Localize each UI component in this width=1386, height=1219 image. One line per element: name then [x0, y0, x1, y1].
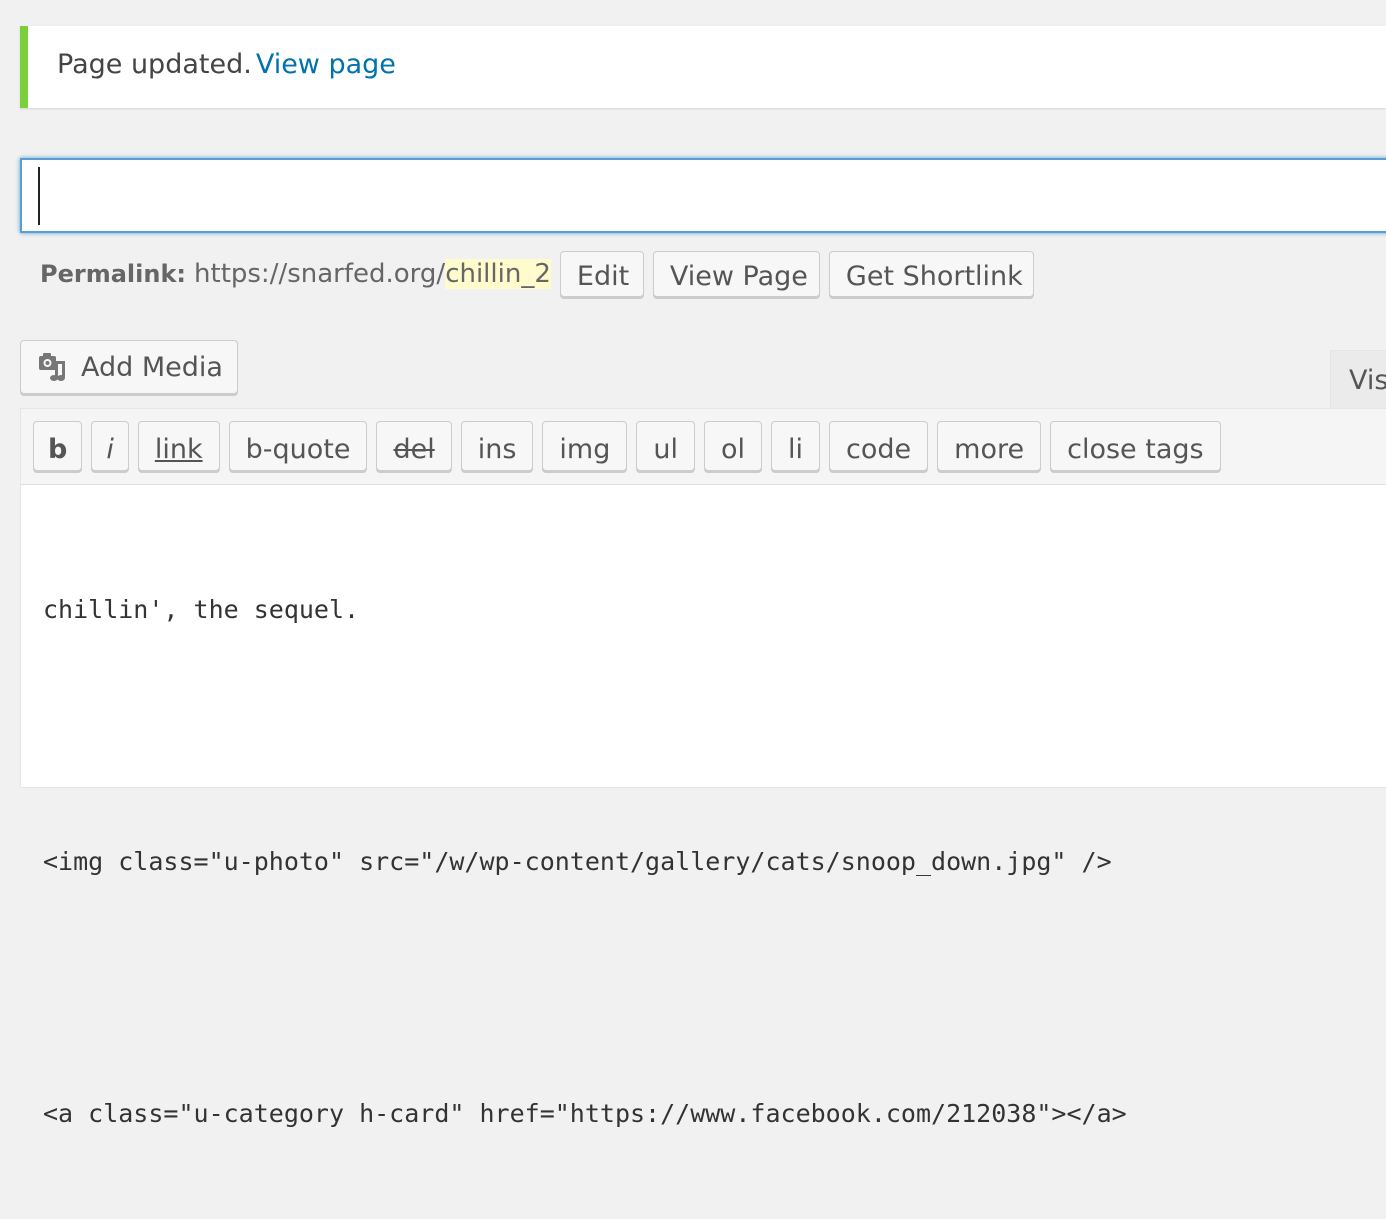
- permalink-slug[interactable]: chillin_2: [445, 259, 551, 289]
- content-line: [43, 967, 1127, 1009]
- qt-more-button[interactable]: more: [937, 421, 1042, 471]
- qt-link-button[interactable]: link: [137, 421, 220, 471]
- edit-permalink-button[interactable]: Edit: [559, 251, 644, 297]
- qt-ol-button[interactable]: ol: [704, 421, 763, 471]
- qt-ul-button[interactable]: ul: [636, 421, 695, 471]
- permalink-row: Permalink: https://snarfed.org/chillin_2…: [40, 250, 1034, 298]
- qt-bold-button[interactable]: b: [33, 421, 83, 471]
- qt-img-button[interactable]: img: [542, 421, 628, 471]
- notice-text: Page updated. View page: [57, 49, 396, 80]
- add-media-button[interactable]: Add Media: [20, 340, 238, 394]
- view-page-button[interactable]: View Page: [652, 251, 820, 297]
- update-notice: Page updated. View page: [20, 26, 1386, 108]
- content-line: <a class="u-category h-card" href="https…: [43, 1099, 1127, 1128]
- permalink-label: Permalink:: [40, 260, 187, 288]
- qt-italic-button[interactable]: i: [91, 421, 129, 471]
- text-caret: [38, 167, 40, 225]
- get-shortlink-button[interactable]: Get Shortlink: [828, 251, 1034, 297]
- content-line: [43, 715, 1127, 757]
- content-line: <img class="u-photo" src="/w/wp-content/…: [43, 847, 1112, 876]
- qt-close-tags-button[interactable]: close tags: [1050, 421, 1221, 471]
- add-media-label: Add Media: [81, 351, 223, 383]
- qt-blockquote-button[interactable]: b-quote: [228, 421, 368, 471]
- content-line: chillin', the sequel.: [43, 595, 360, 624]
- qt-code-button[interactable]: code: [829, 421, 929, 471]
- post-title-input[interactable]: [20, 158, 1386, 233]
- qt-del-button[interactable]: del: [376, 421, 452, 471]
- quicktags-toolbar: b i link b-quote del ins img ul ol li co…: [21, 409, 1386, 485]
- media-camera-music-icon: [37, 351, 69, 383]
- qt-ins-button[interactable]: ins: [460, 421, 534, 471]
- tab-visual[interactable]: Vis: [1330, 350, 1386, 410]
- notice-message: Page updated.: [57, 49, 252, 80]
- qt-li-button[interactable]: li: [771, 421, 821, 471]
- content-textarea[interactable]: chillin', the sequel. <img class="u-phot…: [43, 505, 1127, 1219]
- permalink-base-url[interactable]: https://snarfed.org/: [194, 259, 445, 289]
- view-page-link[interactable]: View page: [256, 49, 396, 80]
- text-editor: b i link b-quote del ins img ul ol li co…: [20, 408, 1386, 1128]
